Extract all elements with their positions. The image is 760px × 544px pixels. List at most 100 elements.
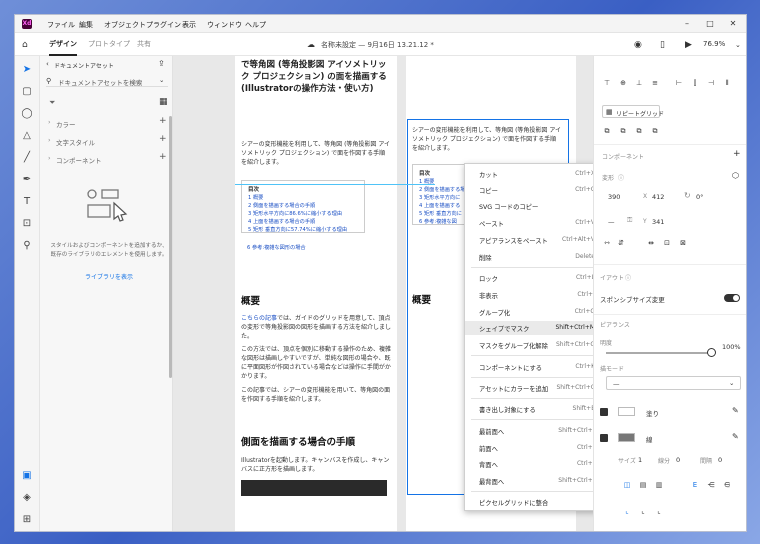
close-icon[interactable]: ✕	[726, 18, 740, 30]
fit-icon[interactable]: ⊡	[662, 238, 672, 248]
filter-icon[interactable]: ⏷	[49, 98, 55, 108]
artboard-1[interactable]: で等角図 (等角投影図 アイソメトリック プロジェクション) の面を描画する (…	[235, 56, 397, 531]
chevron-right-icon[interactable]: ›	[48, 154, 51, 162]
menu-item-send-to-back[interactable]: 最背面へ Shift+Ctrl+[	[465, 474, 603, 488]
distribute-horizontal-icon[interactable]: ⦀	[722, 78, 732, 88]
align-right-icon[interactable]: ⊣	[706, 78, 716, 88]
plugins-icon[interactable]: ⊞	[21, 514, 33, 526]
width-field[interactable]: 390	[608, 193, 620, 201]
align-left-icon[interactable]: ⊢	[674, 78, 684, 88]
responsive-icon[interactable]: ⬡	[732, 171, 739, 180]
toc-item[interactable]: 3 矩形水平方向に86.6%に縮小する理由	[248, 210, 342, 217]
stroke-checkbox[interactable]	[600, 434, 608, 442]
eyedropper-icon[interactable]: ✎	[732, 406, 739, 415]
menu-view[interactable]: 表示	[182, 20, 196, 30]
toc-item[interactable]: 6 参考:複雑な図形の場合	[247, 244, 306, 251]
maximize-icon[interactable]: □	[703, 18, 717, 30]
assets-scrollbar[interactable]	[169, 116, 172, 378]
menu-item-delete[interactable]: 削除 Delete	[465, 250, 603, 264]
menu-item-copy-svg[interactable]: SVG コードのコピー	[465, 199, 603, 213]
assets-icon[interactable]: ▣	[21, 470, 33, 482]
chevron-right-icon[interactable]: ›	[48, 118, 51, 126]
menu-item-copy[interactable]: コピー Ctrl+C	[465, 183, 603, 197]
toc-item[interactable]: 5 矩形 垂直方向に	[419, 210, 462, 217]
scale-icon[interactable]: ⊠	[678, 238, 688, 248]
share-icon[interactable]: ⇪	[158, 59, 165, 68]
toc-item[interactable]: 5 矩形 垂直方向に57.74%に縮小する理由	[248, 226, 366, 233]
add-component-icon[interactable]: +	[733, 149, 741, 159]
menu-item-lock[interactable]: ロック Ctrl+L	[465, 271, 603, 285]
home-icon[interactable]: ⌂	[22, 40, 28, 50]
stroke-center-icon[interactable]: ▤	[638, 480, 648, 490]
menu-object[interactable]: オブジェクト	[104, 20, 146, 30]
rectangle-tool-icon[interactable]: ▢	[21, 86, 33, 98]
boolean-add-icon[interactable]: ⧉	[602, 126, 612, 136]
menu-window[interactable]: ウィンドウ	[207, 20, 242, 30]
pen-tool-icon[interactable]: ✒	[21, 174, 33, 186]
menu-item-bring-to-front[interactable]: 最前面へ Shift+Ctrl+]	[465, 424, 603, 438]
align-bottom-icon[interactable]: ⊥	[634, 78, 644, 88]
toc-item[interactable]: 6 参考:複雑な図	[419, 218, 457, 225]
y-field[interactable]: 341	[652, 218, 664, 226]
section-text-styles[interactable]: 文字スタイル	[56, 137, 95, 147]
stroke-size-field[interactable]: 1	[638, 456, 642, 464]
menu-item-align-pixel-grid[interactable]: ピクセルグリッドに整合	[465, 495, 603, 509]
add-text-style-icon[interactable]: +	[159, 134, 167, 144]
chevron-down-icon[interactable]: ⌄	[735, 40, 741, 50]
article-link[interactable]: こちらの記事	[241, 315, 277, 322]
menu-plugins[interactable]: プラグイン	[146, 20, 181, 30]
tab-design[interactable]: デザイン	[49, 39, 77, 56]
polygon-tool-icon[interactable]: △	[21, 130, 33, 142]
boolean-intersect-icon[interactable]: ⧉	[634, 126, 644, 136]
rotation-field[interactable]: 0°	[696, 193, 703, 201]
mobile-preview-icon[interactable]: ▯	[660, 40, 665, 50]
section-components[interactable]: コンポーネント	[56, 155, 102, 165]
menu-item-hide[interactable]: 非表示 Ctrl+,	[465, 288, 603, 302]
menu-help[interactable]: ヘルプ	[245, 20, 266, 30]
responsive-resize-toggle[interactable]	[724, 294, 740, 302]
menu-item-paste-appearance[interactable]: アピアランスをペースト Ctrl+Alt+V	[465, 233, 603, 247]
repeat-grid-button[interactable]: ▦ リピートグリッド	[602, 105, 664, 118]
align-center-icon[interactable]: ⫿	[690, 78, 700, 88]
align-top-icon[interactable]: ⊤	[602, 78, 612, 88]
back-icon[interactable]: ‹	[46, 60, 49, 68]
tab-share[interactable]: 共有	[137, 39, 151, 49]
fill-checkbox[interactable]	[600, 408, 608, 416]
dash-field[interactable]: 0	[676, 456, 680, 464]
chevron-down-icon[interactable]: ⌄	[159, 76, 164, 84]
opacity-slider-knob[interactable]	[707, 348, 716, 357]
blend-mode-dropdown[interactable]: — ⌄	[606, 376, 741, 390]
flip-vertical-icon[interactable]: ⇵	[616, 238, 626, 248]
line-tool-icon[interactable]: ╱	[21, 152, 33, 164]
section-colors[interactable]: カラー	[56, 119, 76, 129]
menu-item-cut[interactable]: カット Ctrl+X	[465, 167, 603, 181]
view-libraries-link[interactable]: ライブラリを表示	[85, 272, 133, 281]
toc-item[interactable]: 1 概要	[248, 194, 263, 201]
menu-file[interactable]: ファイル	[47, 20, 75, 30]
menu-item-send-backward[interactable]: 背面へ Ctrl+[	[465, 457, 603, 471]
flip-horizontal-icon[interactable]: ⇿	[602, 238, 612, 248]
menu-item-mask-with-shape[interactable]: シェイプでマスク Shift+Ctrl+M	[465, 321, 603, 335]
opacity-value[interactable]: 100%	[722, 343, 741, 351]
opacity-slider-track[interactable]	[606, 352, 711, 354]
zoom-tool-icon[interactable]: ⚲	[21, 240, 33, 252]
tab-prototype[interactable]: プロトタイプ	[88, 39, 130, 49]
menu-item-ungroup-mask[interactable]: マスクをグループ化解除 Shift+Ctrl+G	[465, 338, 603, 352]
height-field[interactable]: —	[608, 218, 615, 226]
stroke-outer-icon[interactable]: ▥	[654, 480, 664, 490]
menu-item-make-component[interactable]: コンポーネントにする Ctrl+K	[465, 360, 603, 374]
join-miter-icon[interactable]: E	[690, 480, 700, 490]
boolean-subtract-icon[interactable]: ⧉	[618, 126, 628, 136]
fill-swatch[interactable]	[618, 407, 635, 416]
toc-item[interactable]: 4 上面を描画する	[419, 202, 460, 209]
lock-aspect-icon[interactable]: ⚿	[627, 216, 632, 225]
menu-item-add-color-to-assets[interactable]: アセットにカラーを追加 Shift+Ctrl+C	[465, 381, 603, 395]
artboard-tool-icon[interactable]: ⊡	[21, 218, 33, 230]
align-middle-icon[interactable]: ⊕	[618, 78, 628, 88]
menu-item-paste[interactable]: ペースト Ctrl+V	[465, 216, 603, 230]
zoom-level[interactable]: 76.9%	[703, 40, 725, 48]
x-field[interactable]: 412	[652, 193, 664, 201]
toc-item[interactable]: 3 矩形水平方向に	[419, 194, 460, 201]
eyedropper-icon[interactable]: ✎	[732, 432, 739, 441]
distribute-vertical-icon[interactable]: ≡	[650, 78, 660, 88]
